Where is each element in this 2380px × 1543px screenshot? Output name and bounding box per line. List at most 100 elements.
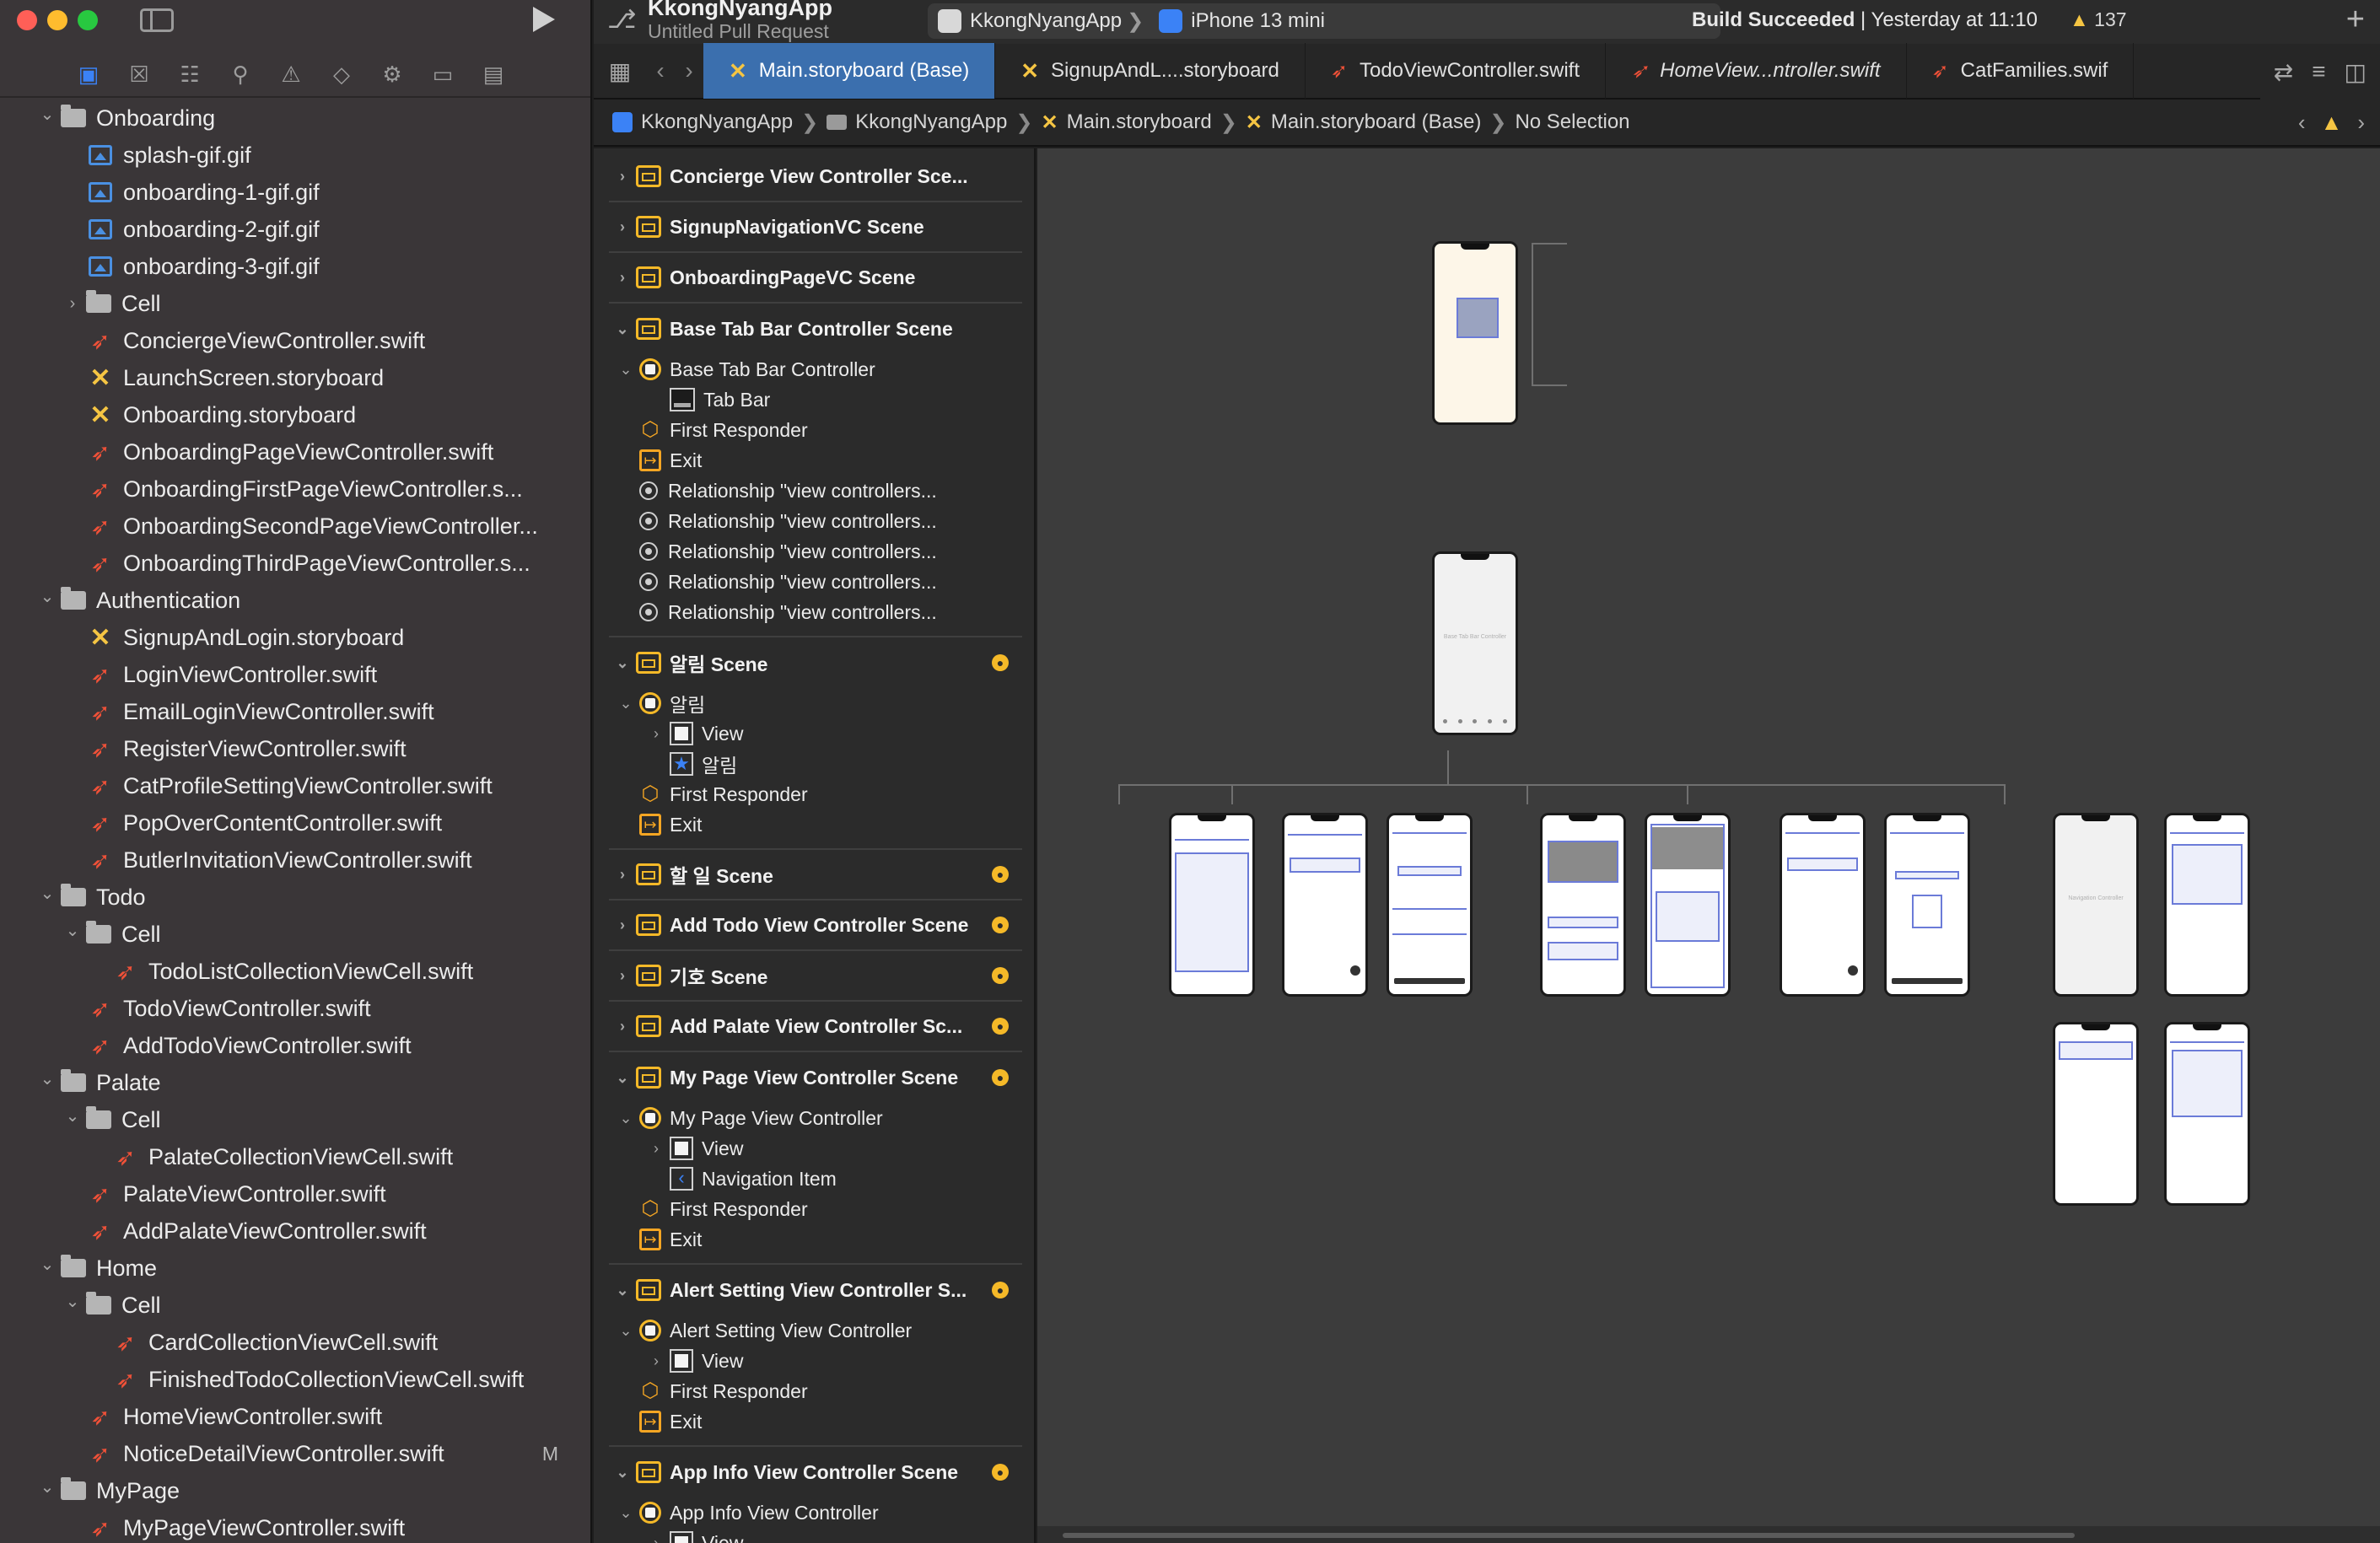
disclosure-open-icon[interactable]: ⌄ bbox=[35, 1068, 59, 1089]
group-row[interactable]: ⌄ Authentication bbox=[0, 582, 590, 619]
outline-scene[interactable]: ⌄ 알림 Scene ● bbox=[609, 637, 1022, 688]
disclosure-open-icon[interactable]: ⌄ bbox=[612, 695, 639, 712]
file-row[interactable]: ➶ RegisterViewController.swift bbox=[0, 730, 590, 767]
warning-badge-icon[interactable]: ● bbox=[992, 1069, 1009, 1086]
outline-item[interactable]: ⌄ 알림 bbox=[594, 688, 1034, 718]
outline-item[interactable]: › View bbox=[594, 1528, 1034, 1543]
file-row[interactable]: ➶ AddTodoViewController.swift bbox=[0, 1027, 590, 1064]
palate-scene-preview[interactable] bbox=[1645, 813, 1731, 997]
todo-scene-preview[interactable] bbox=[1282, 813, 1368, 997]
disclosure-closed-icon[interactable]: › bbox=[609, 866, 636, 884]
outline-item[interactable]: ⌄ Alert Setting View Controller bbox=[594, 1315, 1034, 1346]
outline-item[interactable]: Tab Bar bbox=[594, 384, 1034, 415]
disclosure-open-icon[interactable]: ⌄ bbox=[61, 920, 84, 941]
outline-item[interactable]: Relationship "view controllers... bbox=[594, 536, 1034, 567]
file-row[interactable]: ✕ Onboarding.storyboard bbox=[0, 396, 590, 433]
outline-item[interactable]: ⬡ First Responder bbox=[594, 415, 1034, 445]
related-items-icon[interactable]: ▦ bbox=[594, 57, 646, 85]
navigation-controller-preview[interactable]: Navigation Controller bbox=[2053, 813, 2139, 997]
warning-badge-icon[interactable]: ● bbox=[992, 1464, 1009, 1481]
app-info-scene-preview[interactable] bbox=[2164, 1022, 2250, 1206]
disclosure-open-icon[interactable]: ⌄ bbox=[35, 586, 59, 607]
outline-item[interactable]: › View bbox=[594, 1346, 1034, 1376]
file-row[interactable]: ➶ NoticeDetailViewController.swift M bbox=[0, 1435, 590, 1472]
outline-scene[interactable]: ⌄ Alert Setting View Controller S... ● bbox=[609, 1265, 1022, 1315]
file-row[interactable]: ➶ PopOverContentController.swift bbox=[0, 804, 590, 841]
outline-item[interactable]: ↦ Exit bbox=[594, 1224, 1034, 1255]
add-library-button[interactable]: + bbox=[2346, 2, 2365, 38]
disclosure-open-icon[interactable]: ⌄ bbox=[609, 1069, 636, 1087]
editor-tab[interactable]: ➶ HomeView...ntroller.swift bbox=[1606, 43, 1907, 99]
jump-bar-project[interactable]: KkongNyangApp bbox=[612, 110, 793, 134]
editor-options-icon[interactable]: ≡ bbox=[2312, 58, 2325, 85]
file-row[interactable]: ➶ ConciergeViewController.swift bbox=[0, 322, 590, 359]
debug-navigator-icon[interactable]: ⚙ bbox=[376, 58, 408, 90]
minimize-window-button[interactable] bbox=[47, 10, 67, 30]
outline-item[interactable]: Relationship "view controllers... bbox=[594, 506, 1034, 536]
breakpoint-navigator-icon[interactable]: ▭ bbox=[427, 58, 459, 90]
outline-item[interactable]: › View bbox=[594, 718, 1034, 749]
outline-item[interactable]: ⌄ Base Tab Bar Controller bbox=[594, 354, 1034, 384]
outline-item[interactable]: Relationship "view controllers... bbox=[594, 597, 1034, 627]
source-control-navigator-icon[interactable]: ☒ bbox=[123, 58, 155, 90]
scrollbar-thumb[interactable] bbox=[1063, 1533, 2075, 1538]
group-row[interactable]: ⌄ Cell bbox=[0, 1287, 590, 1324]
scheme-selector[interactable]: KkongNyangApp bbox=[938, 9, 1122, 33]
disclosure-open-icon[interactable]: ⌄ bbox=[61, 1105, 84, 1126]
file-row[interactable]: ➶ LoginViewController.swift bbox=[0, 656, 590, 693]
outline-item[interactable]: ‹ Navigation Item bbox=[594, 1164, 1034, 1194]
file-row[interactable]: ➶ TodoListCollectionViewCell.swift bbox=[0, 953, 590, 990]
forward-icon[interactable]: › bbox=[675, 57, 703, 84]
disclosure-open-icon[interactable]: ⌄ bbox=[609, 320, 636, 338]
my-page-scene-preview[interactable] bbox=[2164, 813, 2250, 997]
run-button[interactable] bbox=[533, 7, 555, 32]
add-todo-scene-preview[interactable] bbox=[1387, 813, 1473, 997]
home-scene-preview[interactable] bbox=[1540, 813, 1626, 997]
warning-badge-icon[interactable]: ● bbox=[992, 654, 1009, 671]
disclosure-closed-icon[interactable]: › bbox=[61, 294, 84, 314]
group-row[interactable]: ⌄ Onboarding bbox=[0, 99, 590, 137]
disclosure-closed-icon[interactable]: › bbox=[609, 218, 636, 236]
test-navigator-icon[interactable]: ◇ bbox=[326, 58, 358, 90]
file-row[interactable]: ➶ HomeViewController.swift bbox=[0, 1398, 590, 1435]
alert-setting-scene-preview[interactable] bbox=[2053, 1022, 2139, 1206]
warning-badge-icon[interactable]: ● bbox=[992, 917, 1009, 933]
disclosure-open-icon[interactable]: ⌄ bbox=[35, 883, 59, 904]
editor-tab[interactable]: ✕ Main.storyboard (Base) bbox=[703, 43, 996, 99]
file-row[interactable]: ➶ OnboardingFirstPageViewController.s... bbox=[0, 470, 590, 508]
warning-badge-icon[interactable]: ● bbox=[992, 866, 1009, 883]
close-window-button[interactable] bbox=[17, 10, 37, 30]
outline-scene[interactable]: › Add Todo View Controller Scene ● bbox=[609, 901, 1022, 951]
outline-item[interactable]: Relationship "view controllers... bbox=[594, 567, 1034, 597]
disclosure-open-icon[interactable]: ⌄ bbox=[612, 1504, 639, 1522]
outline-scene[interactable]: ⌄ My Page View Controller Scene ● bbox=[609, 1052, 1022, 1103]
file-row[interactable]: onboarding-3-gif.gif bbox=[0, 248, 590, 285]
jump-bar-folder[interactable]: KkongNyangApp bbox=[827, 110, 1007, 134]
file-row[interactable]: ✕ SignupAndLogin.storyboard bbox=[0, 619, 590, 656]
outline-item[interactable]: Relationship "view controllers... bbox=[594, 476, 1034, 506]
split-editor-icon[interactable]: ◫ bbox=[2345, 58, 2367, 86]
disclosure-open-icon[interactable]: ⌄ bbox=[612, 1110, 639, 1127]
file-row[interactable]: onboarding-1-gif.gif bbox=[0, 174, 590, 211]
jump-bar-file[interactable]: ✕ Main.storyboard bbox=[1042, 110, 1212, 135]
file-row[interactable]: ➶ FinishedTodoCollectionViewCell.swift bbox=[0, 1361, 590, 1398]
outline-item[interactable]: ↦ Exit bbox=[594, 809, 1034, 840]
outline-item[interactable]: ⬡ First Responder bbox=[594, 1194, 1034, 1224]
editor-tab[interactable]: ✕ SignupAndL....storyboard bbox=[995, 43, 1306, 99]
file-row[interactable]: ➶ OnboardingThirdPageViewController.s... bbox=[0, 545, 590, 582]
file-row[interactable]: ➶ CardCollectionViewCell.swift bbox=[0, 1324, 590, 1361]
disclosure-closed-icon[interactable]: › bbox=[643, 1352, 670, 1370]
symbol-navigator-icon[interactable]: ☷ bbox=[174, 58, 206, 90]
editor-tab[interactable]: ➶ TodoViewController.swift bbox=[1306, 43, 1606, 99]
outline-item[interactable]: ↦ Exit bbox=[594, 445, 1034, 476]
group-row[interactable]: ⌄ Cell bbox=[0, 916, 590, 953]
report-navigator-icon[interactable]: ▤ bbox=[477, 58, 509, 90]
outline-item[interactable]: ★ 알림 bbox=[594, 749, 1034, 779]
file-row[interactable]: onboarding-2-gif.gif bbox=[0, 211, 590, 248]
outline-scene[interactable]: › OnboardingPageVC Scene bbox=[609, 253, 1022, 304]
sidebar-toggle-icon[interactable] bbox=[140, 8, 174, 32]
disclosure-open-icon[interactable]: ⌄ bbox=[35, 1254, 59, 1275]
file-row[interactable]: ➶ ButlerInvitationViewController.swift bbox=[0, 841, 590, 879]
disclosure-closed-icon[interactable]: › bbox=[609, 269, 636, 287]
outline-scene[interactable]: › 할 일 Scene ● bbox=[609, 850, 1022, 901]
